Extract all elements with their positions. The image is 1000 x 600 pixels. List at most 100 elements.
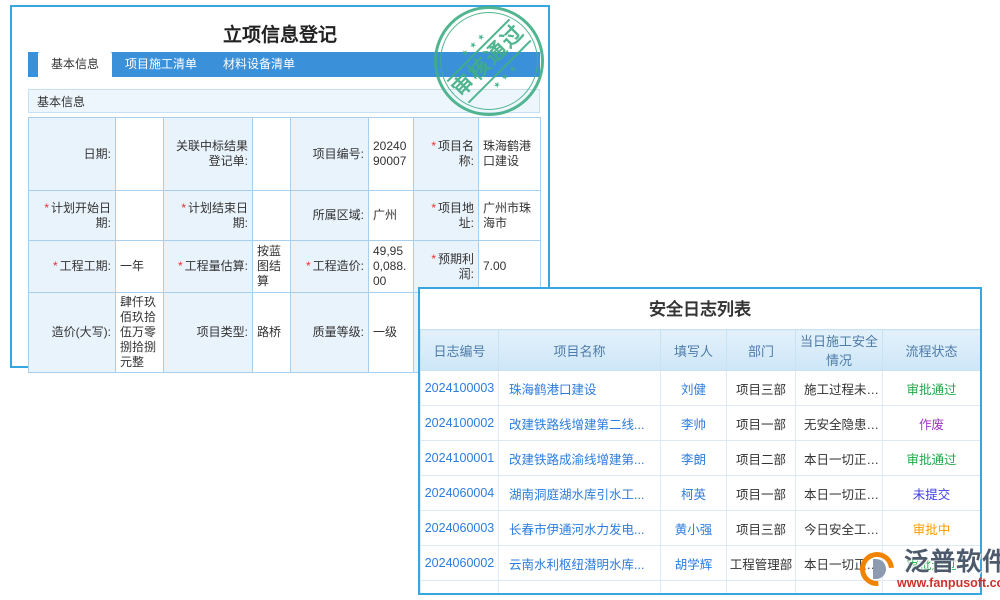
vendor-name: 泛普软件	[897, 549, 1000, 576]
form-label-text: 日期:	[84, 147, 111, 161]
log-id-link[interactable]: 2024100002	[421, 406, 499, 441]
project-name-link[interactable]: 改建铁路成渝线增建第...	[499, 441, 661, 476]
panel2-title: 安全日志列表	[420, 289, 980, 329]
form-value-field[interactable]: 路桥	[253, 293, 291, 373]
form-label-text: 项目编号:	[313, 147, 364, 161]
vendor-watermark: 泛普软件 www.fanpusoft.com	[860, 549, 1000, 590]
form-label: *工程量估算:	[164, 241, 253, 293]
writer-link[interactable]: 胡学辉	[661, 546, 727, 581]
tab-bar: 基本信息项目施工清单材料设备清单	[28, 52, 540, 77]
log-column-header: 流程状态	[883, 330, 981, 371]
form-label-text: 计划结束日期:	[188, 201, 248, 230]
department-cell: 工程管理部	[727, 546, 796, 581]
safety-info-cell: 本日一切正常...	[796, 441, 883, 476]
form-value-field[interactable]: 一年	[116, 241, 164, 293]
form-label-text: 所属区域:	[313, 208, 364, 222]
form-label-text: 预期利润:	[438, 252, 474, 281]
form-label: 项目编号:	[291, 118, 369, 191]
form-label-text: 项目地址:	[438, 201, 474, 230]
log-column-header: 部门	[727, 330, 796, 371]
project-name-link[interactable]: 万达广场35#会所及咖啡...	[499, 581, 661, 596]
required-asterisk: *	[53, 259, 58, 273]
project-name-link[interactable]: 珠海鹤港口建设	[499, 371, 661, 406]
form-label-text: 工程量估算:	[185, 259, 248, 273]
writer-link[interactable]: 李朗	[661, 441, 727, 476]
form-label-text: 质量等级:	[313, 325, 364, 339]
form-value-field[interactable]: 按蓝图结算	[253, 241, 291, 293]
log-id-link[interactable]: 2024060002	[421, 546, 499, 581]
project-name-link[interactable]: 云南水利枢纽潜明水库...	[499, 546, 661, 581]
log-column-header: 当日施工安全情况	[796, 330, 883, 371]
log-id-link[interactable]: 2024060004	[421, 476, 499, 511]
form-label-text: 项目类型:	[197, 325, 248, 339]
form-value-field[interactable]	[253, 118, 291, 191]
department-cell: 工程管理部	[727, 581, 796, 596]
desktop: 立项信息登记 基本信息项目施工清单材料设备清单 基本信息 日期: 关联中标结果登记…	[0, 0, 1000, 600]
tab-construction-list[interactable]: 项目施工清单	[112, 52, 210, 77]
form-row: *工程工期:一年*工程量估算:按蓝图结算*工程造价:49,950,088.00*…	[29, 241, 541, 293]
log-id-link[interactable]: 2024030001	[421, 581, 499, 596]
writer-link[interactable]: 邓琴	[661, 581, 727, 596]
department-cell: 项目三部	[727, 371, 796, 406]
required-asterisk: *	[181, 201, 186, 215]
form-label: 项目类型:	[164, 293, 253, 373]
log-column-header: 填写人	[661, 330, 727, 371]
writer-link[interactable]: 李帅	[661, 406, 727, 441]
safety-info-cell: 今日安全工作...	[796, 511, 883, 546]
table-row[interactable]: 2024100002改建铁路线增建第二线...李帅项目一部无安全隐患存在作废	[421, 406, 981, 441]
tab-material-equipment-list[interactable]: 材料设备清单	[210, 52, 308, 77]
writer-link[interactable]: 刘健	[661, 371, 727, 406]
table-row[interactable]: 2024060003长春市伊通河水力发电...黄小强项目三部今日安全工作...审…	[421, 511, 981, 546]
table-row[interactable]: 2024100001改建铁路成渝线增建第...李朗项目二部本日一切正常...审批…	[421, 441, 981, 476]
writer-link[interactable]: 黄小强	[661, 511, 727, 546]
form-value-field[interactable]: 49,950,088.00	[369, 241, 414, 293]
fanpu-logo-icon	[860, 552, 894, 586]
safety-info-cell: 本日一切正常...	[796, 476, 883, 511]
form-label: 关联中标结果登记单:	[164, 118, 253, 191]
project-name-link[interactable]: 改建铁路线增建第二线...	[499, 406, 661, 441]
department-cell: 项目三部	[727, 511, 796, 546]
project-name-link[interactable]: 长春市伊通河水力发电...	[499, 511, 661, 546]
form-value-field[interactable]: 广州	[369, 191, 414, 241]
flow-status-badge: 审批通过	[883, 371, 981, 406]
required-asterisk: *	[431, 252, 436, 266]
required-asterisk: *	[44, 201, 49, 215]
department-cell: 项目二部	[727, 441, 796, 476]
form-label-text: 关联中标结果登记单:	[176, 139, 248, 168]
panel1-title: 立项信息登记	[12, 7, 548, 47]
form-label: 质量等级:	[291, 293, 369, 373]
table-row[interactable]: 2024060004湖南洞庭湖水库引水工...柯英项目一部本日一切正常...未提…	[421, 476, 981, 511]
required-asterisk: *	[431, 201, 436, 215]
form-value-field[interactable]	[253, 191, 291, 241]
form-label: *项目名称:	[414, 118, 479, 191]
safety-info-cell: 施工过程未发...	[796, 371, 883, 406]
form-value-field[interactable]	[116, 118, 164, 191]
table-row[interactable]: 2024100003珠海鹤港口建设刘健项目三部施工过程未发...审批通过	[421, 371, 981, 406]
project-name-link[interactable]: 湖南洞庭湖水库引水工...	[499, 476, 661, 511]
form-value-field[interactable]: 肆仟玖佰玖拾伍万零捌拾捌元整	[116, 293, 164, 373]
log-id-link[interactable]: 2024100003	[421, 371, 499, 406]
log-column-header: 日志编号	[421, 330, 499, 371]
form-value-field[interactable]: 7.00	[479, 241, 541, 293]
form-label: 造价(大写):	[29, 293, 116, 373]
form-label-text: 项目名称:	[438, 139, 474, 168]
form-label: *项目地址:	[414, 191, 479, 241]
form-row: *计划开始日期:*计划结束日期:所属区域:广州*项目地址:广州市珠海市	[29, 191, 541, 241]
log-id-link[interactable]: 2024060003	[421, 511, 499, 546]
log-id-link[interactable]: 2024100001	[421, 441, 499, 476]
flow-status-badge: 未提交	[883, 476, 981, 511]
form-label-text: 工程工期:	[60, 259, 111, 273]
form-value-field[interactable]	[116, 191, 164, 241]
form-value-field[interactable]: 广州市珠海市	[479, 191, 541, 241]
form-label: *计划开始日期:	[29, 191, 116, 241]
log-column-header: 项目名称	[499, 330, 661, 371]
form-value-field[interactable]: 一级	[369, 293, 414, 373]
required-asterisk: *	[306, 259, 311, 273]
tab-basic-info[interactable]: 基本信息	[38, 52, 112, 77]
writer-link[interactable]: 柯英	[661, 476, 727, 511]
flow-status-badge: 审批通过	[883, 441, 981, 476]
form-value-field[interactable]: 珠海鹤港口建设	[479, 118, 541, 191]
form-label-text: 计划开始日期:	[51, 201, 111, 230]
safety-info-cell: 无安全隐患存在	[796, 406, 883, 441]
form-value-field[interactable]: 2024090007	[369, 118, 414, 191]
